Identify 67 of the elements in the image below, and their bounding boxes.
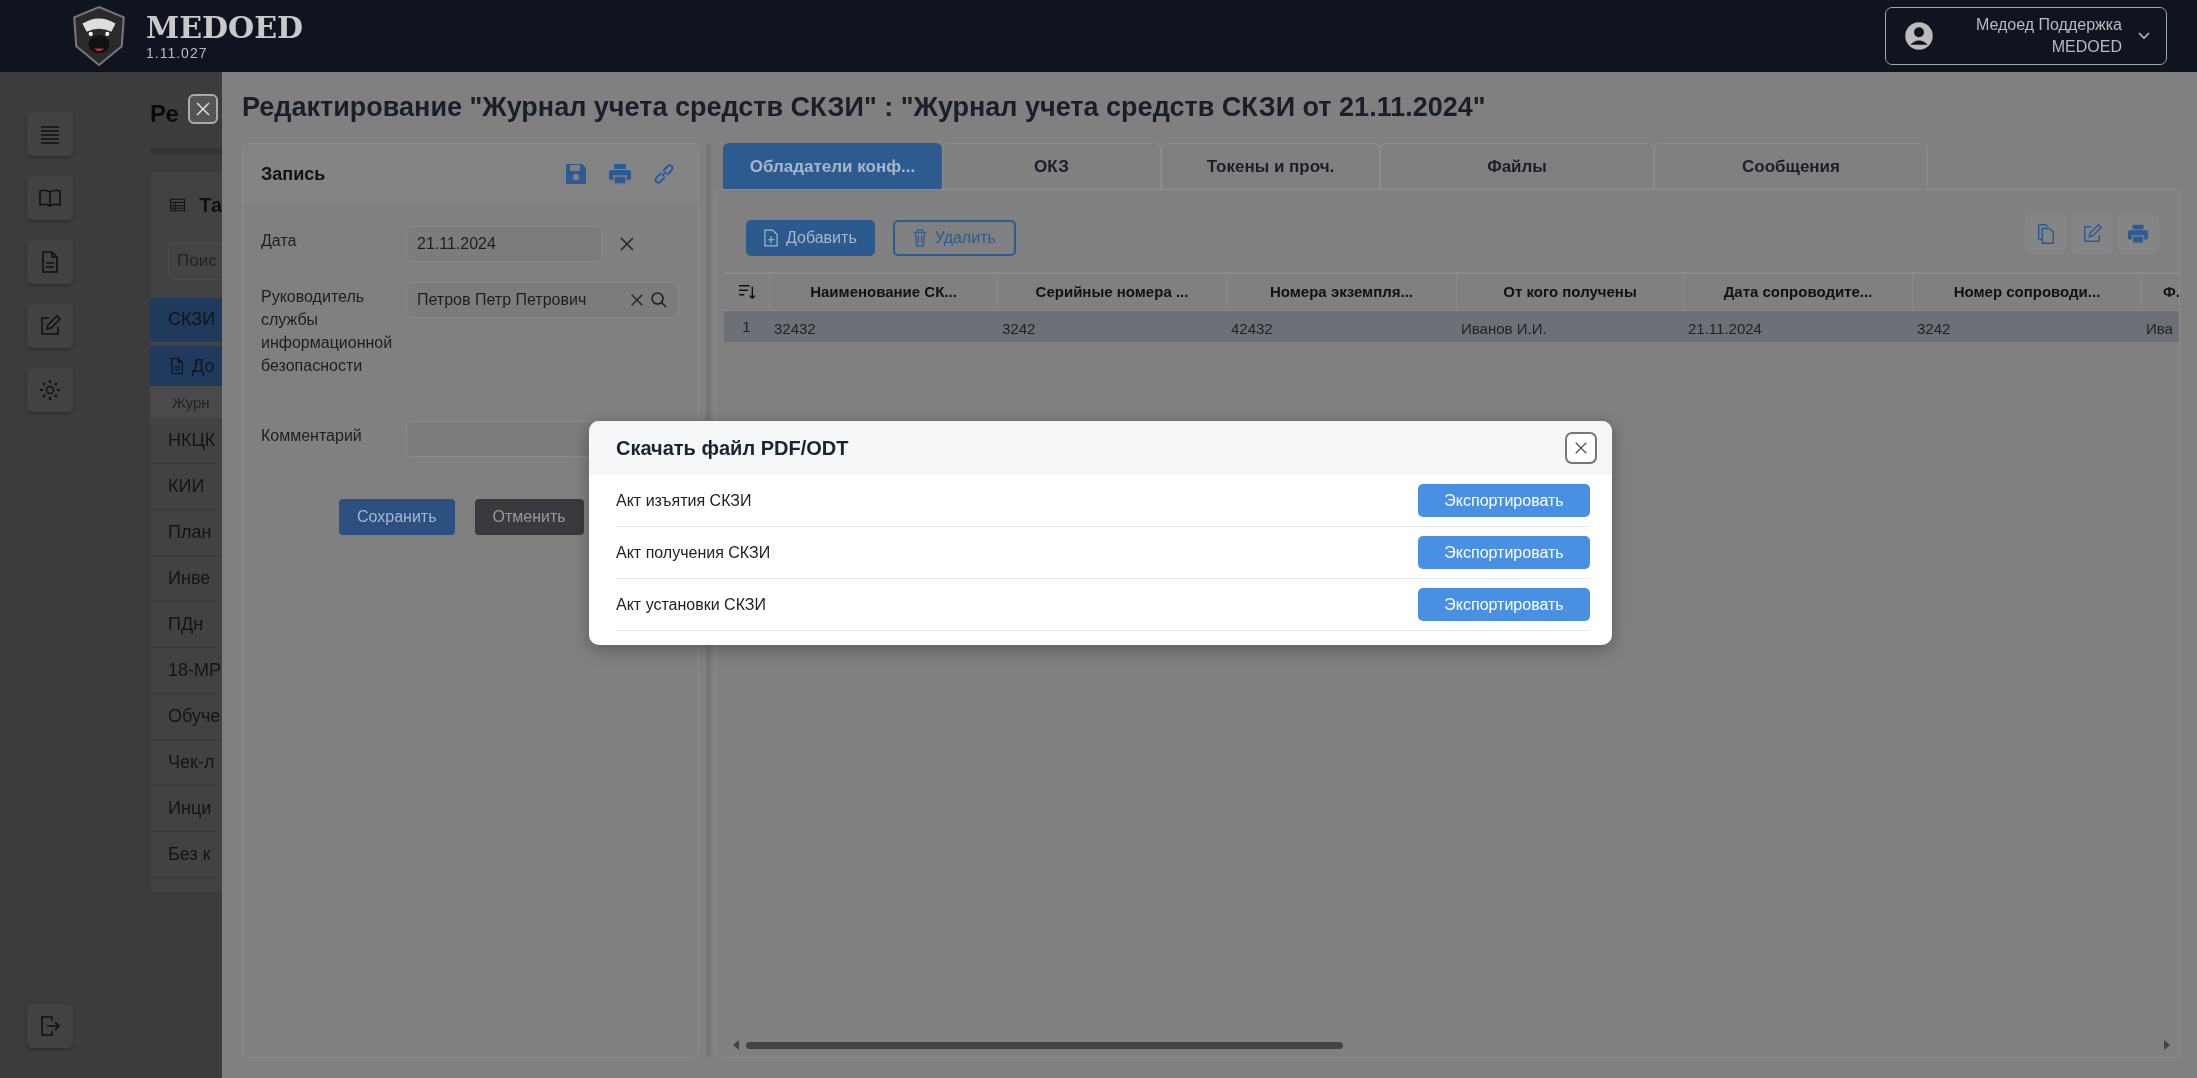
sort-icon[interactable] — [737, 284, 756, 300]
chevron-down-icon — [2138, 32, 2150, 40]
column-header[interactable]: Серийные номера ... — [997, 275, 1226, 309]
add-button[interactable]: Добавить — [746, 220, 875, 256]
tab[interactable]: Сообщения — [1654, 143, 1928, 189]
logout-icon[interactable] — [27, 1004, 73, 1048]
export-button[interactable]: Экспортировать — [1418, 536, 1590, 569]
drawer-title: Редактирование "Журнал учета средств СКЗИ" : "Журнал учета средств СКЗИ от 21.11.2024" — [242, 91, 1487, 124]
save-icon[interactable] — [564, 162, 588, 186]
date-field[interactable]: 21.11.2024 — [406, 226, 603, 262]
tab[interactable]: Токены и проч. — [1161, 143, 1380, 189]
document-name: Акт получения СКЗИ — [616, 543, 771, 562]
table-cell-text: 3242 — [1916, 318, 1952, 337]
user-menu-button[interactable]: Медоед Поддержка MEDOED — [1885, 7, 2167, 65]
document-name: Акт установки СКЗИ — [616, 595, 766, 614]
list-icon[interactable] — [27, 112, 73, 156]
document-icon[interactable] — [27, 240, 73, 284]
row-number: 1 — [741, 318, 752, 335]
table-row[interactable]: 1 32432 3242 42432 Иванов И.И. 21.11.2024 3242 Ива — [724, 311, 2179, 342]
print-icon[interactable] — [2117, 214, 2159, 254]
tab[interactable]: Обладатели конф... — [723, 143, 942, 189]
close-icon[interactable] — [1565, 432, 1597, 464]
field-label: Дата — [261, 231, 298, 251]
lookup-field[interactable]: Петров Петр Петрович — [406, 282, 679, 318]
app-logo-text: MEDOED — [146, 11, 304, 45]
edit-icon[interactable] — [2071, 214, 2113, 254]
table-cell-text: Иванов И.И. — [1460, 318, 1548, 337]
user-avatar-icon — [1904, 21, 1934, 51]
column-header[interactable]: Номер сопроводи... — [1912, 275, 2141, 309]
app-version: 1.11.027 — [146, 45, 209, 61]
table-cell-text: 3242 — [1001, 318, 1037, 337]
export-button[interactable]: Экспортировать — [1418, 484, 1590, 517]
print-icon[interactable] — [608, 162, 632, 186]
column-header[interactable]: Ф. — [2141, 275, 2179, 309]
trash-icon — [912, 229, 927, 247]
search-icon[interactable] — [650, 291, 668, 309]
clear-icon[interactable] — [630, 293, 644, 307]
delete-button[interactable]: Удалить — [892, 220, 1016, 256]
export-button[interactable]: Экспортировать — [1418, 588, 1590, 621]
cancel-button[interactable]: Отменить — [474, 499, 584, 535]
copy-icon[interactable] — [2025, 214, 2067, 254]
table-cell-text: 21.11.2024 — [1687, 318, 1763, 337]
dialog-title: Скачать файл PDF/ODT — [616, 436, 849, 460]
clear-icon[interactable] — [619, 236, 635, 252]
add-file-icon — [764, 229, 778, 247]
table-cell-text: 32432 — [773, 318, 817, 337]
table-cell-text: 42432 — [1230, 318, 1274, 337]
panel-title: Запись — [261, 163, 326, 185]
column-header[interactable]: Дата сопроводите... — [1683, 275, 1912, 309]
column-header[interactable]: От кого получены — [1456, 275, 1683, 309]
table-cell-text: Ива — [2145, 318, 2174, 337]
close-icon[interactable] — [188, 94, 218, 124]
field-label: Руководитель службы информационной безопасности — [261, 287, 394, 376]
document-icon — [168, 357, 186, 375]
edit-icon[interactable] — [27, 304, 73, 348]
document-name: Акт изъятия СКЗИ — [616, 491, 752, 510]
tab[interactable]: ОКЗ — [942, 143, 1161, 189]
scroll-left-icon[interactable] — [732, 1040, 740, 1050]
settings-icon[interactable] — [27, 368, 73, 412]
column-header[interactable]: Наименование СК... — [769, 275, 997, 309]
scroll-right-icon[interactable] — [2163, 1040, 2171, 1050]
tab[interactable]: Файлы — [1380, 143, 1654, 189]
link-icon[interactable] — [652, 162, 676, 186]
book-icon[interactable] — [27, 176, 73, 220]
save-button[interactable]: Сохранить — [339, 499, 455, 535]
column-header[interactable]: Номера экземпля... — [1226, 275, 1456, 309]
field-label: Комментарий — [261, 426, 363, 446]
